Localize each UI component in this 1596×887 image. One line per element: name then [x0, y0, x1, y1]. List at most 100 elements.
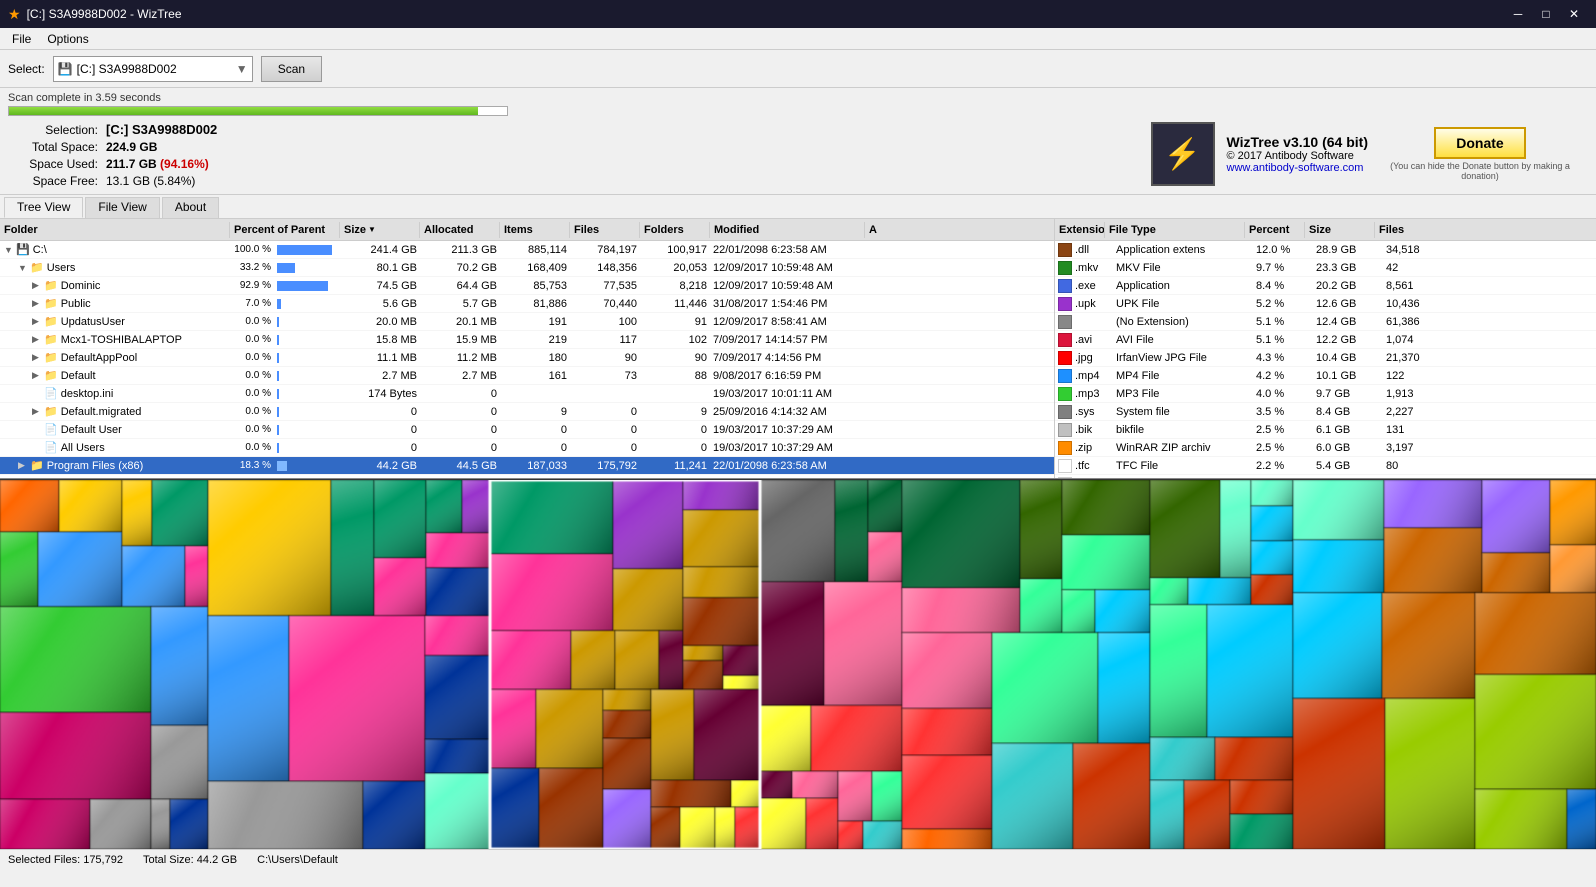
maximize-button[interactable]: □	[1532, 0, 1560, 28]
ext-col-size[interactable]: Size	[1305, 222, 1375, 238]
ext-row[interactable]: .exe Application 8.4 % 20.2 GB 8,561	[1055, 277, 1596, 295]
tab-file-view[interactable]: File View	[85, 197, 159, 218]
ext-row[interactable]: .zip WinRAR ZIP archiv 2.5 % 6.0 GB 3,19…	[1055, 439, 1596, 457]
tree-row[interactable]: ▶📁Dominic92.9 %74.5 GB64.4 GB85,75377,53…	[0, 277, 1054, 295]
ext-percent: 2.5 %	[1253, 423, 1313, 437]
folder-name: Dominic	[61, 280, 101, 292]
minimize-button[interactable]: ─	[1504, 0, 1532, 28]
expand-icon[interactable]: ▶	[32, 316, 42, 327]
percent-text: 33.2 %	[233, 262, 271, 273]
ext-row[interactable]: .mkv MKV File 9.7 % 23.3 GB 42	[1055, 259, 1596, 277]
tree-row[interactable]: ▶📁Windows16.4 %39.5 GB19.8 GB158,685132,…	[0, 475, 1054, 478]
ext-row[interactable]: .dll Application extens 12.0 % 28.9 GB 3…	[1055, 241, 1596, 259]
tree-row[interactable]: ▼📁Users33.2 %80.1 GB70.2 GB168,409148,35…	[0, 259, 1054, 277]
tree-row[interactable]: ▶📁UpdatusUser0.0 %20.0 MB20.1 MB19110091…	[0, 313, 1054, 331]
ext-row[interactable]: .mp3 MP3 File 4.0 % 9.7 GB 1,913	[1055, 385, 1596, 403]
alloc-cell: 11.2 MB	[420, 351, 500, 365]
alloc-cell: 64.4 GB	[420, 279, 500, 293]
expand-icon[interactable]: ▶	[32, 298, 42, 309]
tab-about[interactable]: About	[162, 197, 219, 218]
expand-icon[interactable]: ▼	[18, 263, 28, 273]
status-path: C:\Users\Default	[257, 854, 338, 866]
ext-color-box	[1058, 423, 1072, 437]
menu-options[interactable]: Options	[39, 30, 96, 48]
modified-cell: 25/09/2016 4:14:32 AM	[710, 405, 865, 419]
tree-row[interactable]: ▶📁Public7.0 %5.6 GB5.7 GB81,88670,44011,…	[0, 295, 1054, 313]
modified-cell: 12/09/2017 10:59:08 AM	[710, 477, 865, 479]
ext-row[interactable]: (No Extension) 5.1 % 12.4 GB 61,386	[1055, 313, 1596, 331]
total-space-label: Total Space:	[8, 140, 98, 154]
percent-text: 0.0 %	[233, 370, 271, 381]
donate-button[interactable]: Donate	[1434, 127, 1525, 159]
folders-cell: 9	[640, 405, 710, 419]
tree-row[interactable]: ▶📁Mcx1-TOSHIBALAPTOP0.0 %15.8 MB15.9 MB2…	[0, 331, 1054, 349]
col-header-folder[interactable]: Folder	[0, 222, 230, 238]
expand-icon[interactable]: ▶	[32, 352, 42, 363]
window-controls: ─ □ ✕	[1504, 0, 1588, 28]
ext-row[interactable]: .sys System file 3.5 % 8.4 GB 2,227	[1055, 403, 1596, 421]
expand-icon[interactable]: ▶	[32, 280, 42, 291]
ext-row[interactable]: .mp4 MP4 File 4.2 % 10.1 GB 122	[1055, 367, 1596, 385]
tree-row[interactable]: 📄desktop.ini0.0 %174 Bytes019/03/2017 10…	[0, 385, 1054, 403]
items-cell: 191	[500, 315, 570, 329]
tree-row[interactable]: 📄Default User0.0 %0000019/03/2017 10:37:…	[0, 421, 1054, 439]
tree-body[interactable]: ▼💾C:\100.0 %241.4 GB211.3 GB885,114784,1…	[0, 241, 1054, 478]
ext-col-type[interactable]: File Type	[1105, 222, 1245, 238]
tree-row[interactable]: ▶📁Default.migrated0.0 %0090925/09/2016 4…	[0, 403, 1054, 421]
ext-row[interactable]: .upk UPK File 5.2 % 12.6 GB 10,436	[1055, 295, 1596, 313]
percent-bar	[277, 335, 279, 345]
ext-row[interactable]: .avi AVI File 5.1 % 12.2 GB 1,074	[1055, 331, 1596, 349]
col-header-items[interactable]: Items	[500, 222, 570, 238]
drive-selector[interactable]: 💾 [C:] S3A9988D002 ▼	[53, 56, 253, 82]
col-header-percent[interactable]: Percent of Parent	[230, 222, 340, 238]
col-header-folders[interactable]: Folders	[640, 222, 710, 238]
tab-tree-view[interactable]: Tree View	[4, 197, 83, 218]
expand-icon[interactable]: ▶	[18, 460, 28, 471]
menu-file[interactable]: File	[4, 30, 39, 48]
ext-row[interactable]: .bik bikfile 2.5 % 6.1 GB 131	[1055, 421, 1596, 439]
ext-col-files[interactable]: Files	[1375, 222, 1596, 238]
ext-row[interactable]: .jpg IrfanView JPG File 4.3 % 10.4 GB 21…	[1055, 349, 1596, 367]
percent-bar	[277, 353, 279, 363]
percent-bar	[277, 407, 279, 417]
expand-icon[interactable]: ▶	[32, 370, 42, 381]
ext-row[interactable]: .tfc TFC File 2.2 % 5.4 GB 80	[1055, 457, 1596, 475]
folder-icon: 📄	[44, 423, 58, 436]
tree-row[interactable]: ▶📁DefaultAppPool0.0 %11.1 MB11.2 MB18090…	[0, 349, 1054, 367]
ext-color-box	[1058, 333, 1072, 347]
close-button[interactable]: ✕	[1560, 0, 1588, 28]
tree-row[interactable]: ▶📁Program Files (x86)18.3 %44.2 GB44.5 G…	[0, 457, 1054, 475]
percent-text: 92.9 %	[233, 280, 271, 291]
files-cell: 73	[570, 369, 640, 383]
size-cell: 174 Bytes	[340, 387, 420, 401]
scan-button[interactable]: Scan	[261, 56, 322, 82]
col-header-size[interactable]: Size ▼	[340, 222, 420, 238]
tree-row[interactable]: ▶📁Default0.0 %2.7 MB2.7 MB16173889/08/20…	[0, 367, 1054, 385]
col-header-alloc[interactable]: Allocated	[420, 222, 500, 238]
attr-cell	[865, 267, 895, 269]
ext-body[interactable]: .dll Application extens 12.0 % 28.9 GB 3…	[1055, 241, 1596, 478]
ext-col-percent[interactable]: Percent	[1245, 222, 1305, 238]
alloc-cell: 0	[420, 405, 500, 419]
col-header-files[interactable]: Files	[570, 222, 640, 238]
files-cell: 0	[570, 405, 640, 419]
items-cell: 180	[500, 351, 570, 365]
expand-icon[interactable]: ▼	[4, 245, 14, 255]
drive-icon: 💾	[58, 62, 73, 76]
folders-cell: 11,241	[640, 459, 710, 473]
total-space-value: 224.9 GB	[106, 140, 157, 154]
ext-name: .mp4	[1055, 368, 1113, 384]
percent-text: 0.0 %	[233, 388, 271, 399]
tree-row[interactable]: ▼💾C:\100.0 %241.4 GB211.3 GB885,114784,1…	[0, 241, 1054, 259]
folder-icon: 📄	[44, 441, 58, 454]
col-header-modified[interactable]: Modified	[710, 222, 865, 238]
space-used-value: 211.7 GB (94.16%)	[106, 157, 209, 171]
expand-icon[interactable]: ▶	[32, 406, 42, 417]
tree-row[interactable]: 📄All Users0.0 %0000019/03/2017 10:37:29 …	[0, 439, 1054, 457]
ext-row[interactable]: .mft MFT File 2.1 % 5.0 GB 26	[1055, 475, 1596, 478]
col-header-attr[interactable]: A	[865, 222, 895, 238]
expand-icon[interactable]: ▶	[32, 334, 42, 345]
modified-cell: 19/03/2017 10:37:29 AM	[710, 423, 865, 437]
ext-col-ext[interactable]: Extension	[1055, 222, 1105, 238]
attr-cell	[865, 465, 895, 467]
